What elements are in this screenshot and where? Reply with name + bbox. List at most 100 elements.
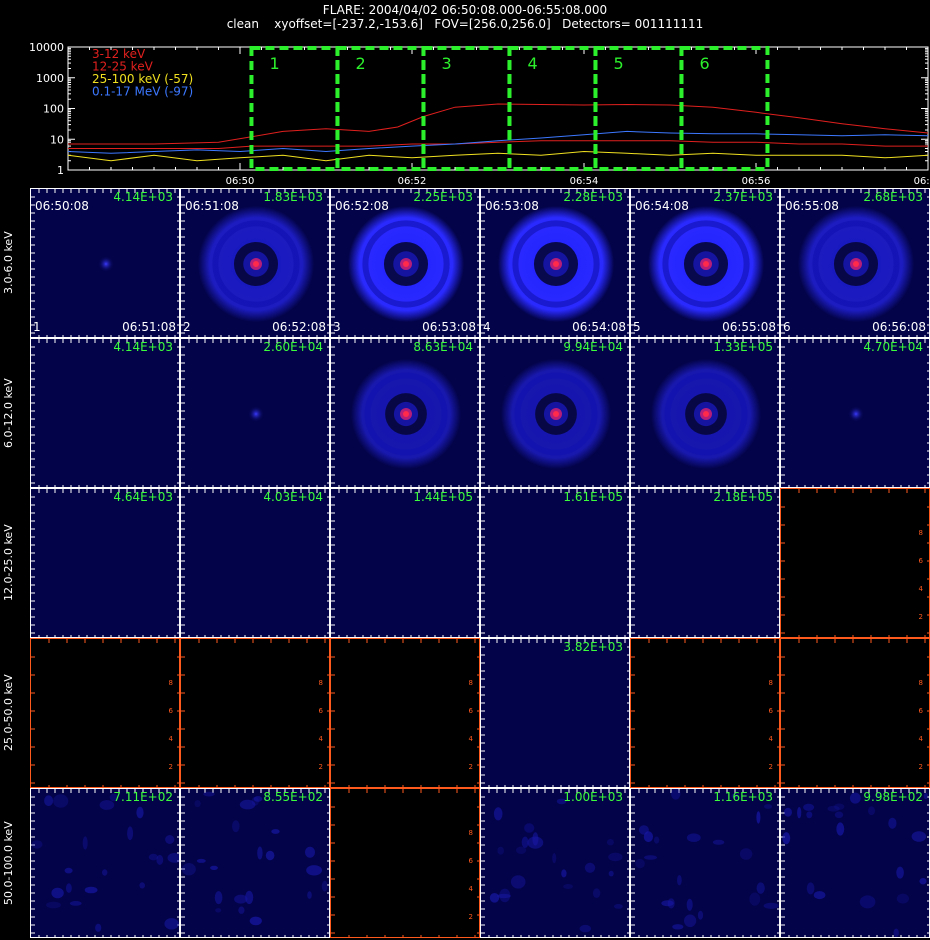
noise-blob	[307, 891, 312, 899]
y-tick-label: 1	[57, 164, 64, 177]
panel-canvas	[781, 789, 929, 937]
interval-box	[421, 46, 512, 171]
noise-blob	[784, 807, 792, 817]
interval-index: 2	[183, 320, 191, 334]
image-panel: 1.00E+03	[480, 788, 630, 938]
interval-start-time: 06:51:08	[185, 199, 239, 213]
source-peak	[403, 261, 409, 267]
noise-blob	[806, 811, 813, 819]
noise-blob	[712, 839, 725, 845]
interval-start-time: 06:53:08	[485, 199, 539, 213]
empty-axis-tick-label: 2	[769, 763, 773, 771]
interval-end-time: 06:53:08	[422, 320, 476, 334]
y-tick-label: 100	[43, 103, 64, 116]
source-blob	[98, 256, 114, 272]
interval-start-time: 06:54:08	[635, 199, 689, 213]
peak-value: 1.44E+05	[413, 490, 473, 504]
noise-blob	[584, 862, 596, 873]
empty-axis-tick-label: 8	[919, 679, 923, 687]
empty-image-panel: 2 4 6 8	[30, 638, 180, 788]
noise-blob	[82, 836, 88, 850]
noise-blob	[66, 883, 72, 893]
empty-axis-tick-label: 2	[919, 763, 923, 771]
noise-blob	[739, 848, 753, 860]
noise-blob	[806, 882, 815, 895]
noise-blob	[613, 904, 623, 909]
panel-canvas: 2 4 6 8	[181, 639, 329, 787]
peak-value: 1.33E+05	[713, 340, 773, 354]
y-tick-label: 10	[50, 133, 64, 146]
panel-canvas	[181, 789, 329, 937]
noise-blob	[305, 846, 315, 858]
noise-blob	[69, 901, 82, 906]
panel-canvas	[331, 489, 479, 637]
empty-axis-tick-label: 6	[919, 557, 924, 565]
interval-start-time: 06:55:08	[785, 199, 839, 213]
empty-axis-tick-label: 6	[319, 707, 324, 715]
noise-blob	[849, 792, 861, 804]
noise-blob	[756, 882, 765, 894]
noise-blob	[527, 836, 544, 849]
empty-axis-tick-label: 8	[469, 829, 473, 837]
empty-axis-tick-label: 2	[469, 763, 473, 771]
noise-blob	[606, 839, 614, 846]
empty-axis-tick-label: 8	[469, 679, 473, 687]
x-tick-label: 06:58	[914, 176, 930, 187]
panel-canvas	[31, 489, 179, 637]
panel-canvas: 2 4 6 8	[781, 639, 929, 787]
peak-value: 4.03E+04	[263, 490, 323, 504]
empty-axis-tick-label: 8	[319, 679, 323, 687]
empty-image-panel: 2 4 6 8	[330, 638, 480, 788]
interval-label: 6	[699, 54, 709, 73]
interval-label: 5	[613, 54, 623, 73]
noise-blob	[257, 846, 263, 860]
image-panel: 4.70E+04	[780, 338, 930, 488]
peak-value: 1.00E+03	[563, 790, 623, 804]
empty-axis-tick-label: 8	[769, 679, 773, 687]
source-peak	[553, 261, 559, 267]
peak-value: 1.61E+05	[563, 490, 623, 504]
panel-canvas: 2 4 6 8	[331, 639, 479, 787]
series-line-3	[67, 150, 929, 162]
x-tick-label: 06:54	[570, 176, 599, 187]
peak-value: 4.14E+03	[113, 340, 173, 354]
empty-axis-tick-label: 4	[469, 885, 474, 893]
noise-blob	[797, 807, 802, 819]
image-panel: 2.60E+04	[180, 338, 330, 488]
noise-blob	[684, 914, 697, 928]
panel-canvas	[631, 489, 779, 637]
peak-value: 4.70E+04	[863, 340, 923, 354]
noise-blob	[232, 820, 240, 833]
noise-blob	[181, 863, 196, 876]
noise-blob	[661, 900, 674, 907]
panel-canvas: 2 4 6 8	[31, 639, 179, 787]
peak-value: 4.14E+03	[113, 190, 173, 204]
noise-blob	[763, 804, 773, 809]
noise-blob	[214, 891, 223, 905]
noise-blob	[127, 826, 134, 841]
image-panel: 1.44E+05	[330, 488, 480, 638]
interval-end-time: 06:56:08	[872, 320, 926, 334]
noise-blob	[579, 924, 591, 933]
noise-blob	[592, 888, 601, 898]
noise-blob	[763, 902, 779, 909]
x-tick-label: 06:56	[742, 176, 771, 187]
panel-canvas	[481, 789, 629, 937]
noise-blob	[782, 832, 791, 845]
empty-axis-tick-label: 6	[469, 857, 474, 865]
empty-image-panel: 2 4 6 8	[780, 488, 930, 638]
noise-blob	[148, 853, 158, 861]
peak-value: 2.68E+03	[863, 190, 923, 204]
image-panel: 4.03E+04	[180, 488, 330, 638]
empty-axis-tick-label: 4	[469, 735, 474, 743]
noise-blob	[911, 831, 927, 842]
noise-blob	[53, 794, 69, 808]
noise-blob	[44, 795, 54, 807]
row-label: 50.0-100.0 keV	[2, 821, 15, 905]
image-panel: 9.94E+04	[480, 338, 630, 488]
noise-blob	[271, 829, 280, 834]
legend-entry: 0.1-17 MeV (-97)	[92, 85, 193, 99]
noise-blob	[102, 869, 108, 876]
panel-canvas	[31, 789, 179, 937]
noise-blob	[635, 858, 645, 869]
